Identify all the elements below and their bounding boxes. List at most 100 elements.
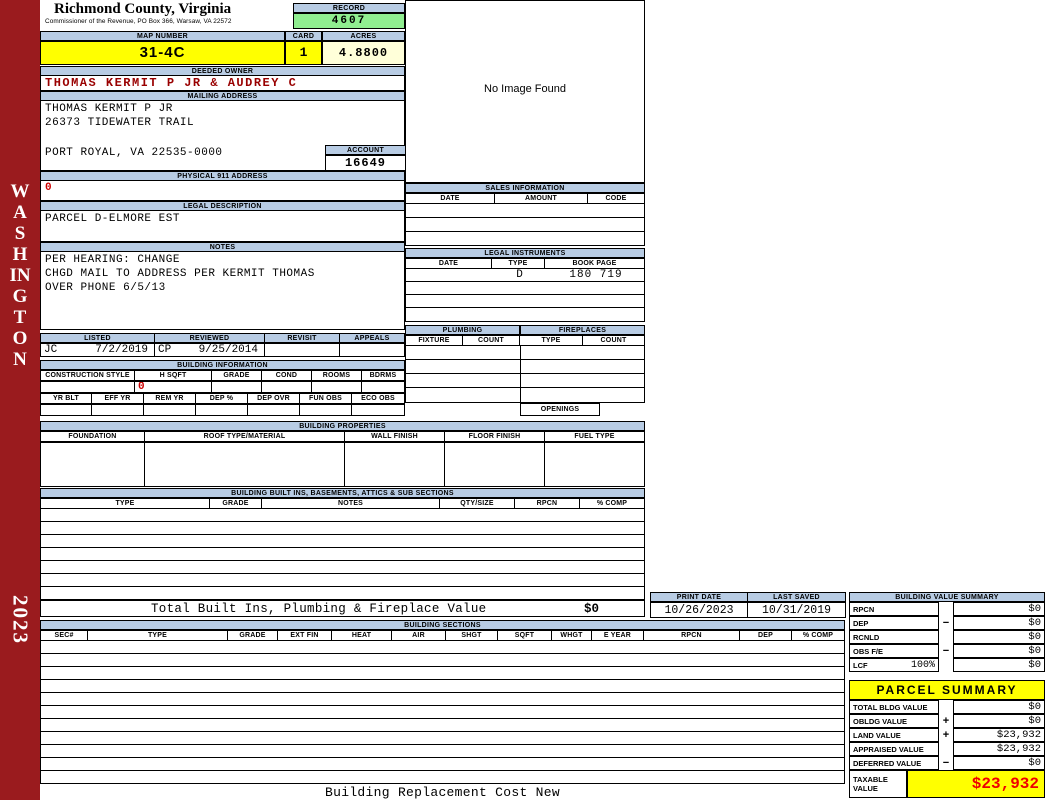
rem-yr-value [144,404,196,416]
ps-taxable-label: TAXABLE VALUE [853,775,888,793]
empty-row [41,758,844,771]
empty-row [41,693,844,706]
reviewed-header: REVIEWED [155,333,265,343]
sidebar-state-block: WASHINGTON [0,135,40,415]
built-ins-columns: TYPE GRADE NOTES QTY/SIZE RPCN % COMP [40,498,645,509]
bvs-rpcn-label: RPCN [853,604,875,614]
acres-header: ACRES [322,31,405,41]
built-ins-empty-rows [40,509,645,600]
foundation-value [40,442,145,487]
construction-style-value [40,381,135,393]
ps-total-bldg-value: $0 [953,700,1045,714]
bs-col-sqft: SQFT [498,630,552,641]
legal-instruments-header: LEGAL INSTRUMENTS [405,248,645,258]
reviewed-value: CP 9/25/2014 [155,343,265,357]
rooms-value [312,381,362,393]
sidebar-year-block: 2023 [0,572,40,667]
ps-row-obldg: OBLDG VALUE + $0 [849,714,1045,728]
revisit-header: REVISIT [265,333,340,343]
state-vertical-label: WASHINGTON [9,180,31,370]
col-wall-finish: WALL FINISH [345,431,445,442]
bvs-obs-op: − [942,645,950,657]
empty-row [406,204,644,218]
yr-blt-value [40,404,92,416]
ps-row-appraised: APPRAISED VALUE $23,932 [849,742,1045,756]
empty-row [41,745,844,758]
notes-line-3: OVER PHONE 6/5/13 [45,282,166,294]
bs-col-air: AIR [392,630,446,641]
built-ins-col-qty: QTY/SIZE [440,498,515,509]
ps-land-value: $23,932 [953,728,1045,742]
building-sections-header: BUILDING SECTIONS [40,620,845,630]
plumbing-fireplaces-columns-row: FIXTURE COUNT TYPE COUNT [405,335,645,346]
year-vertical-label: 2023 [8,594,33,645]
ps-land-op: + [942,729,950,741]
built-ins-total-label: Total Built Ins, Plumbing & Fireplace Va… [151,602,487,616]
bs-col-sec: SEC# [40,630,88,641]
building-properties-header: BUILDING PROPERTIES [40,421,645,431]
review-labels-row: LISTED REVIEWED REVISIT APPEALS [40,333,405,343]
bdrms-value [362,381,405,393]
mailing-address-header: MAILING ADDRESS [40,91,405,101]
map-number-header: MAP NUMBER [40,31,285,41]
empty-row [41,535,644,548]
empty-row [41,548,644,561]
reviewed-date: 9/25/2014 [198,344,258,356]
bvs-rcnld-op [939,630,953,644]
bs-col-dep: DEP [740,630,792,641]
empty-row [41,522,644,535]
empty-row [406,388,644,403]
empty-row [406,374,644,388]
empty-row [41,771,844,784]
eco-obs-value [352,404,405,416]
physical-address-header: PHYSICAL 911 ADDRESS [40,171,405,181]
ps-appraised-label: APPRAISED VALUE [853,744,924,754]
print-info-headers: PRINT DATE LAST SAVED [650,592,846,602]
record-value: 4607 [293,13,405,29]
revisit-value [265,343,340,357]
image-placeholder-box: No Image Found [405,0,645,183]
print-date-header: PRINT DATE [650,592,748,602]
mailing-line-2: 26373 TIDEWATER TRAIL [45,117,195,129]
fireplaces-header: FIREPLACES [520,325,645,335]
ps-row-taxable: TAXABLE VALUE $23,932 [849,770,1045,798]
account-header: ACCOUNT [325,145,406,155]
plumbing-col-fixture: FIXTURE [405,335,463,346]
bvs-lcf-label: LCF [853,660,868,670]
record-header: RECORD [293,3,405,13]
col-yr-blt: YR BLT [40,393,92,404]
bvs-obs-value: $0 [953,644,1045,658]
col-roof-type: ROOF TYPE/MATERIAL [145,431,345,442]
county-title: Richmond County, Virginia [54,1,232,17]
last-saved-header: LAST SAVED [748,592,846,602]
parcel-summary-header: PARCEL SUMMARY [849,680,1045,700]
built-ins-col-notes: NOTES [262,498,440,509]
legal-instruments-columns-row: DATE TYPE BOOK PAGE [405,258,645,269]
empty-row [406,282,644,295]
empty-row [406,346,644,360]
legal-row-bookpage: 180 719 [569,269,623,281]
sales-col-amount: AMOUNT [495,193,588,204]
roof-type-value [145,442,345,487]
col-bdrms: BDRMS [362,370,405,381]
empty-row [41,509,644,522]
empty-row [406,232,644,246]
plumbing-header: PLUMBING [405,325,520,335]
listed-value: JC 7/2/2019 [40,343,155,357]
ps-appraised-value: $23,932 [953,742,1045,756]
listed-header: LISTED [40,333,155,343]
ps-obldg-label: OBLDG VALUE [853,716,908,726]
col-construction-style: CONSTRUCTION STYLE [40,370,135,381]
physical-address-value: 0 [40,181,405,201]
bs-col-rpcn: RPCN [644,630,740,641]
col-floor-finish: FLOOR FINISH [445,431,545,442]
plumbing-col-count: COUNT [463,335,520,346]
bs-col-heat: HEAT [332,630,392,641]
sales-col-code: CODE [588,193,645,204]
empty-row [41,587,644,600]
col-cond: COND [262,370,312,381]
print-info-values: 10/26/2023 10/31/2019 [650,602,846,618]
col-dep-ovr: DEP OVR [248,393,300,404]
last-saved-value: 10/31/2019 [748,602,846,618]
col-rem-yr: REM YR [144,393,196,404]
